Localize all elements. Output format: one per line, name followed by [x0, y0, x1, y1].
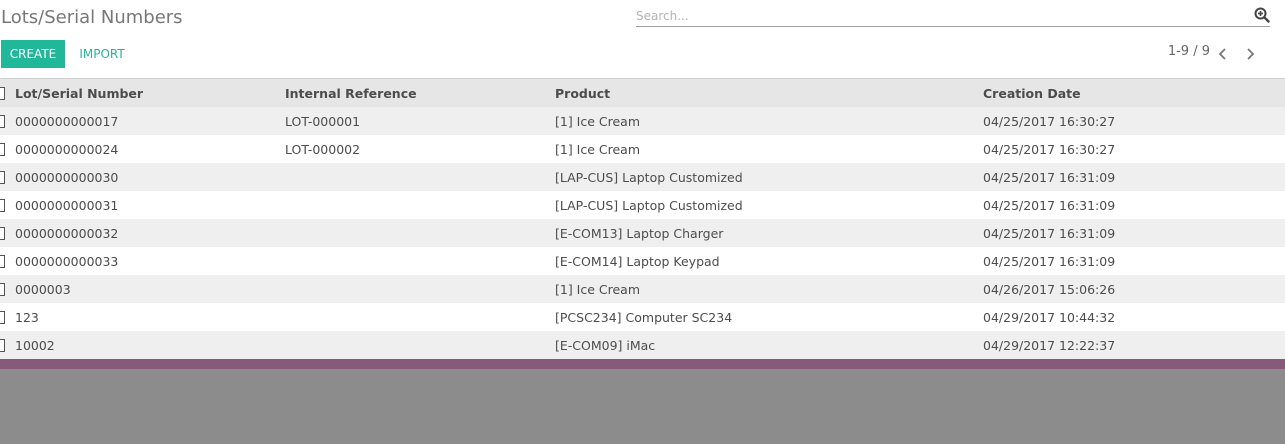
checkbox[interactable] — [0, 338, 5, 352]
row-checkbox[interactable] — [0, 191, 6, 219]
creation-date-cell: 04/25/2017 16:31:09 — [983, 253, 1116, 269]
checkbox[interactable] — [0, 282, 5, 296]
search-input[interactable] — [636, 7, 1236, 25]
product-cell: [LAP-CUS] Laptop Customized — [555, 197, 743, 213]
lot-number-cell: 0000003 — [15, 281, 71, 297]
create-button[interactable]: CREATE — [1, 40, 65, 68]
checkbox[interactable] — [0, 114, 5, 128]
table-header: Lot/Serial Number Internal Reference Pro… — [0, 78, 1285, 107]
checkbox[interactable] — [0, 170, 5, 184]
product-cell: [E-COM14] Laptop Keypad — [555, 253, 720, 269]
product-cell: [LAP-CUS] Laptop Customized — [555, 169, 743, 185]
table-row[interactable]: 0000000000030 [LAP-CUS] Laptop Customized… — [0, 163, 1285, 191]
lot-number-cell: 0000000000032 — [15, 225, 119, 241]
creation-date-cell: 04/29/2017 12:22:37 — [983, 337, 1116, 353]
lot-number-cell: 10002 — [15, 337, 55, 353]
creation-date-cell: 04/25/2017 16:31:09 — [983, 169, 1116, 185]
table-row[interactable]: 0000000000032 [E-COM13] Laptop Charger 04/… — [0, 219, 1285, 247]
product-cell: [E-COM13] Laptop Charger — [555, 225, 724, 241]
table-row[interactable]: 0000000000033 [E-COM14] Laptop Keypad 04/2… — [0, 247, 1285, 275]
lot-number-cell: 0000000000031 — [15, 197, 119, 213]
row-checkbox[interactable] — [0, 135, 6, 163]
lot-number-cell: 0000000000024 — [15, 141, 119, 157]
select-all-checkbox[interactable] — [0, 79, 6, 107]
lot-number-cell: 0000000000033 — [15, 253, 119, 269]
column-header-internal-reference[interactable]: Internal Reference — [285, 79, 417, 107]
row-checkbox[interactable] — [0, 331, 6, 359]
creation-date-cell: 04/26/2017 15:06:26 — [983, 281, 1116, 297]
creation-date-cell: 04/25/2017 16:30:27 — [983, 113, 1116, 129]
creation-date-cell: 04/29/2017 10:44:32 — [983, 309, 1116, 325]
creation-date-cell: 04/25/2017 16:31:09 — [983, 225, 1116, 241]
column-header-creation-date[interactable]: Creation Date — [983, 79, 1081, 107]
checkbox[interactable] — [0, 310, 5, 324]
row-checkbox[interactable] — [0, 275, 6, 303]
lots-table: Lot/Serial Number Internal Reference Pro… — [0, 78, 1285, 359]
checkbox[interactable] — [0, 142, 5, 156]
row-checkbox[interactable] — [0, 107, 6, 135]
table-body: 0000000000017 LOT-000001 [1] Ice Cream 04/2… — [0, 107, 1285, 359]
internal-reference-cell: LOT-000002 — [285, 141, 361, 157]
checkbox[interactable] — [0, 198, 5, 212]
table-row[interactable]: 0000000000017 LOT-000001 [1] Ice Cream 04/2… — [0, 107, 1285, 135]
table-row[interactable]: 0000000000024 LOT-000002 [1] Ice Cream 04/2… — [0, 135, 1285, 163]
table-row[interactable]: 0000003 [1] Ice Cream 04/26/2017 15:06:26 — [0, 275, 1285, 303]
product-cell: [E-COM09] iMac — [555, 337, 656, 353]
creation-date-cell: 04/25/2017 16:31:09 — [983, 197, 1116, 213]
control-panel: Lots/Serial Numbers CREATE IMPORT 1-9 / … — [0, 0, 1285, 78]
product-cell: [1] Ice Cream — [555, 113, 641, 129]
product-cell: [1] Ice Cream — [555, 281, 641, 297]
pager-value[interactable]: 1-9 / 9 — [1150, 44, 1210, 62]
search-plus-icon[interactable] — [1254, 7, 1270, 23]
column-header-product[interactable]: Product — [555, 79, 610, 107]
lot-number-cell: 123 — [15, 309, 39, 325]
search-box — [636, 5, 1270, 27]
table-row[interactable]: 10002 [E-COM09] iMac 04/29/2017 12:22:37 — [0, 331, 1285, 359]
creation-date-cell: 04/25/2017 16:30:27 — [983, 141, 1116, 157]
column-header-lot[interactable]: Lot/Serial Number — [15, 79, 143, 107]
internal-reference-cell: LOT-000001 — [285, 113, 361, 129]
row-checkbox[interactable] — [0, 219, 6, 247]
product-cell: [1] Ice Cream — [555, 141, 641, 157]
row-checkbox[interactable] — [0, 163, 6, 191]
lot-number-cell: 0000000000030 — [15, 169, 119, 185]
row-checkbox[interactable] — [0, 247, 6, 275]
product-cell: [PCSC234] Computer SC234 — [555, 309, 733, 325]
chevron-left-icon[interactable] — [1215, 45, 1231, 63]
checkbox[interactable] — [0, 86, 5, 100]
checkbox[interactable] — [0, 254, 5, 268]
table-row[interactable]: 123 [PCSC234] Computer SC234 04/29/2017 10… — [0, 303, 1285, 331]
row-checkbox[interactable] — [0, 303, 6, 331]
lot-number-cell: 0000000000017 — [15, 113, 119, 129]
table-row[interactable]: 0000000000031 [LAP-CUS] Laptop Customized… — [0, 191, 1285, 219]
footer-bar — [0, 359, 1285, 369]
page-title: Lots/Serial Numbers — [1, 7, 183, 28]
import-button[interactable]: IMPORT — [73, 40, 131, 68]
page: Lots/Serial Numbers CREATE IMPORT 1-9 / … — [0, 0, 1285, 444]
checkbox[interactable] — [0, 226, 5, 240]
chevron-right-icon[interactable] — [1242, 45, 1258, 63]
